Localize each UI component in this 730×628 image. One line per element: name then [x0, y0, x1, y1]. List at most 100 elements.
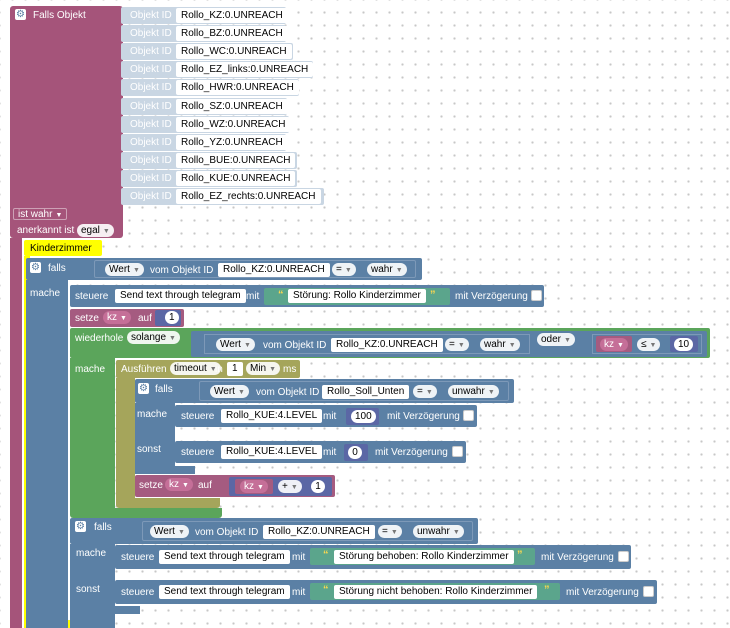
setkz-var-dropdown[interactable]: kz ▼ — [103, 311, 131, 324]
ctl0-target[interactable]: Rollo_KUE:4.LEVEL — [221, 445, 323, 459]
timeout-block-spine — [116, 378, 135, 500]
open-quote-icon: “ — [323, 549, 329, 561]
if2-op-dropdown[interactable]: = ▼ — [413, 385, 437, 398]
loop-mache: mache — [75, 364, 106, 375]
gear-icon[interactable]: ⚙ — [75, 521, 86, 532]
loop-block-spine — [70, 358, 115, 510]
if2-compare-dropdown[interactable]: unwahr ▼ — [448, 385, 499, 398]
object-id-label: Objekt ID — [130, 137, 172, 148]
object-id-label: Objekt ID — [130, 82, 172, 93]
ctl100-value[interactable]: 100 — [351, 410, 376, 423]
if1-value-dropdown[interactable]: Wert ▼ — [105, 263, 144, 276]
room-name: Kinderzimmer — [30, 243, 92, 254]
loop-mode-dropdown[interactable]: solange ▼ — [127, 331, 180, 344]
ctl100-delay-checkbox[interactable] — [463, 410, 474, 421]
object-id-value[interactable]: Rollo_KZ:0.UNREACH — [176, 8, 288, 23]
object-id-label: Objekt ID — [130, 119, 172, 130]
object-id-label: Objekt ID — [130, 46, 172, 57]
object-id-value[interactable]: Rollo_EZ_links:0.UNREACH — [176, 62, 314, 77]
object-id-value[interactable]: Rollo_SZ:0.UNREACH — [176, 99, 288, 114]
if1-op-dropdown[interactable]: = ▼ — [332, 263, 356, 276]
if2-mache-label: mache — [137, 409, 168, 420]
ctl0-mit: mit — [323, 447, 337, 458]
loop-value-dropdown[interactable]: Wert ▼ — [216, 338, 255, 351]
telegram2-mit: mit — [292, 552, 306, 563]
if3-op-dropdown[interactable]: = ▼ — [378, 525, 402, 538]
setkz2-var2-dropdown[interactable]: kz ▼ — [240, 480, 268, 493]
if1-falls-label: falls — [48, 263, 66, 274]
object-id-value[interactable]: Rollo_WZ:0.UNREACH — [176, 117, 291, 132]
telegram1-text[interactable]: Störung: Rollo Kinderzimmer — [288, 289, 426, 303]
telegram2-steuere: steuere — [121, 552, 155, 563]
setkz2-op-dropdown[interactable]: + ▼ — [278, 480, 302, 493]
ctl0-value[interactable]: 0 — [348, 446, 362, 459]
loop-compare-dropdown[interactable]: wahr ▼ — [480, 338, 520, 351]
timeout-unit-dropdown[interactable]: Min ▼ — [246, 362, 281, 375]
loop-kz-dropdown[interactable]: kz ▼ — [600, 338, 628, 351]
object-id-value[interactable]: Rollo_BZ:0.UNREACH — [176, 26, 288, 41]
telegram3-steuere: steuere — [121, 587, 155, 598]
setkz2-var-dropdown[interactable]: kz ▼ — [165, 478, 193, 491]
object-id-label: Objekt ID — [130, 101, 172, 112]
event-block[interactable] — [10, 6, 123, 238]
if3-value-dropdown[interactable]: Wert ▼ — [150, 525, 189, 538]
setkz-value[interactable]: 1 — [165, 311, 179, 324]
telegram1-delay: mit Verzögerung — [455, 291, 528, 302]
object-id-value[interactable]: Rollo_BUE:0.UNREACH — [176, 153, 296, 168]
gear-icon[interactable]: ⚙ — [15, 9, 26, 20]
if1-compare-dropdown[interactable]: wahr ▼ — [367, 263, 407, 276]
if2-value-dropdown[interactable]: Wert ▼ — [210, 385, 249, 398]
telegram1-delay-checkbox[interactable] — [531, 290, 542, 301]
telegram1-target[interactable]: Send text through telegram — [115, 289, 246, 303]
timeout-block-bottom — [116, 498, 220, 508]
loop-cmp-dropdown[interactable]: ≤ ▼ — [637, 338, 661, 351]
object-id-value[interactable]: Rollo_YZ:0.UNREACH — [176, 135, 288, 150]
telegram2-delay-checkbox[interactable] — [618, 551, 629, 562]
event-block-spine — [10, 238, 22, 628]
loop-limit[interactable]: 10 — [674, 338, 694, 351]
close-quote-icon: ” — [517, 549, 523, 561]
ctl0-steuere: steuere — [181, 447, 215, 458]
telegram2-delay: mit Verzögerung — [541, 552, 614, 563]
ctl0-delay-checkbox[interactable] — [452, 446, 463, 457]
gear-icon[interactable]: ⚙ — [138, 383, 149, 394]
if2-of-object: vom Objekt ID — [256, 387, 320, 398]
object-id-label: Objekt ID — [130, 64, 172, 75]
setkz2-value[interactable]: 1 — [311, 480, 325, 493]
loop-op-dropdown[interactable]: = ▼ — [445, 338, 469, 351]
ack-dropdown[interactable]: egal ▼ — [77, 224, 114, 237]
object-id-label: Objekt ID — [130, 173, 172, 184]
close-quote-icon: ” — [544, 584, 550, 596]
timeout-value[interactable]: 1 — [227, 362, 243, 376]
if1-object-chip[interactable]: Rollo_KZ:0.UNREACH — [218, 263, 330, 277]
telegram2-text[interactable]: Störung behoben: Rollo Kinderzimmer — [334, 550, 514, 564]
gear-icon[interactable]: ⚙ — [30, 262, 41, 273]
object-id-value[interactable]: Rollo_EZ_rechts:0.UNREACH — [176, 189, 321, 204]
ctl100-steuere: steuere — [181, 411, 215, 422]
if3-compare-dropdown[interactable]: unwahr ▼ — [413, 525, 464, 538]
condition-dropdown[interactable]: ist wahr ▼ — [13, 208, 68, 220]
telegram3-text[interactable]: Störung nicht behoben: Rollo Kinderzimme… — [334, 585, 538, 599]
object-id-value[interactable]: Rollo_HWR:0.UNREACH — [176, 80, 299, 95]
object-id-value[interactable]: Rollo_KUE:0.UNREACH — [176, 171, 296, 186]
object-id-value[interactable]: Rollo_WC:0.UNREACH — [176, 44, 292, 59]
close-quote-icon: ” — [430, 289, 436, 301]
timeout-label: Ausführen — [121, 364, 167, 375]
telegram3-mit: mit — [292, 587, 306, 598]
if3-sonst-label: sonst — [76, 584, 100, 595]
if3-mache-label: mache — [76, 548, 107, 559]
setkz-auf: auf — [138, 313, 152, 324]
timeout-mode-dropdown[interactable]: timeout ▼ — [170, 362, 221, 375]
loop-object-chip[interactable]: Rollo_KZ:0.UNREACH — [331, 338, 443, 352]
telegram3-delay: mit Verzögerung — [566, 587, 639, 598]
ctl100-target[interactable]: Rollo_KUE:4.LEVEL — [221, 409, 323, 423]
if3-object-chip[interactable]: Rollo_KZ:0.UNREACH — [263, 525, 375, 539]
telegram2-target[interactable]: Send text through telegram — [159, 550, 290, 564]
telegram3-delay-checkbox[interactable] — [643, 586, 654, 597]
event-title: Falls Objekt — [33, 10, 86, 21]
loop-oder-dropdown[interactable]: oder ▼ — [537, 333, 575, 346]
if2-object-chip[interactable]: Rollo_Soll_Unten — [322, 385, 410, 399]
ctl100-delay: mit Verzögerung — [387, 411, 460, 422]
ctl100-mit: mit — [323, 411, 337, 422]
telegram3-target[interactable]: Send text through telegram — [159, 585, 290, 599]
